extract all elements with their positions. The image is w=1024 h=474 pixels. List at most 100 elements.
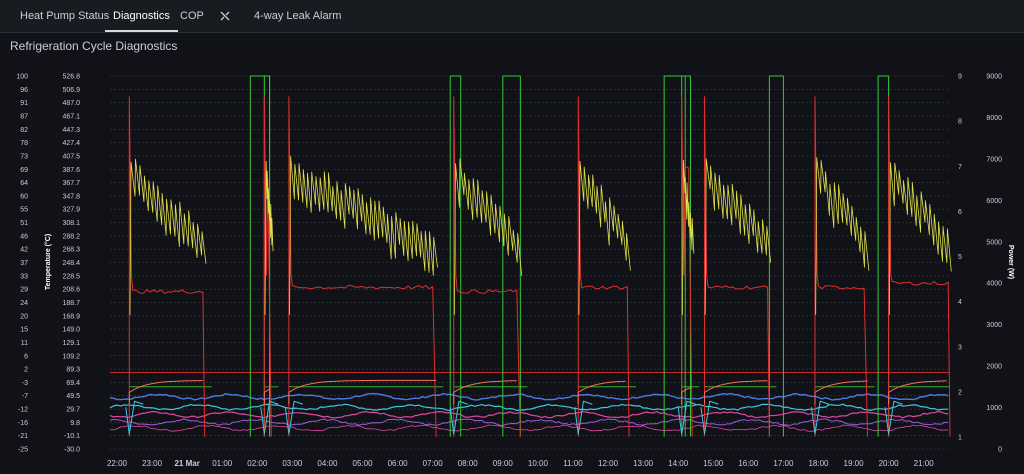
y-right-count-tick-label: 5 bbox=[958, 254, 962, 261]
x-tick-label: 21:00 bbox=[914, 459, 935, 468]
y-right-power-tick-label: 6000 bbox=[986, 198, 1002, 205]
x-tick-label: 21 Mar bbox=[174, 459, 199, 468]
series-line-red-power bbox=[453, 96, 521, 437]
y-right-power-tick-label: 2000 bbox=[986, 364, 1002, 371]
series-line-cyan-dip bbox=[284, 400, 304, 435]
y-mid-tick-label: 467.1 bbox=[62, 113, 80, 120]
y-right-power-tick-label: 1000 bbox=[986, 405, 1002, 412]
series-line-yellow-discharge bbox=[888, 162, 952, 315]
series-line-salmon bbox=[814, 380, 868, 405]
x-tick-label: 06:00 bbox=[388, 459, 409, 468]
y-left-tick-label: 2 bbox=[24, 367, 28, 374]
series-line-pink bbox=[109, 410, 949, 419]
y-mid-tick-label: 9.8 bbox=[70, 420, 80, 427]
y-left-tick-label: 46 bbox=[20, 233, 28, 240]
y-left-tick-label: 78 bbox=[20, 140, 28, 147]
x-tick-label: 17:00 bbox=[773, 459, 794, 468]
refrigeration-cycle-chart: 100 526.8 96 506.9 9 1 487.0 8 7 467.1 82 447.3 78 4 2… bbox=[16, 74, 1014, 469]
series-line-salmon bbox=[577, 380, 626, 405]
y-left-tick-label: 55 bbox=[20, 207, 28, 214]
x-tick-label: 20:00 bbox=[879, 459, 900, 468]
y-left-tick-label: 82 bbox=[20, 127, 28, 134]
y-left-tick-label: -12 bbox=[18, 407, 28, 414]
x-tick-label: 19:00 bbox=[844, 459, 865, 468]
series-line-magenta-low bbox=[109, 424, 949, 432]
y-right-count-tick-label: 2 bbox=[958, 389, 962, 396]
series-line-yellow-discharge bbox=[578, 161, 631, 315]
y-right-power-tick-label: 8000 bbox=[986, 115, 1002, 122]
x-tick-label: 15:00 bbox=[703, 459, 724, 468]
x-tick-label: 09:00 bbox=[493, 459, 514, 468]
y-mid-tick-label: 327.9 bbox=[62, 207, 80, 214]
x-tick-label: 03:00 bbox=[282, 459, 303, 468]
series-line-red-power bbox=[703, 96, 770, 437]
y-mid-tick-label: 447.3 bbox=[62, 127, 80, 134]
y-mid-tick-label: 129.1 bbox=[62, 340, 80, 347]
y-right-power-tick-label: 7000 bbox=[986, 156, 1002, 163]
y-right-count-tick-label: 8 bbox=[958, 119, 962, 126]
x-tick-label: 01:00 bbox=[212, 459, 233, 468]
y-left-tick-label: 29 bbox=[20, 287, 28, 294]
y-left-tick-label: 24 bbox=[20, 300, 28, 307]
y-left-tick-label: 69 bbox=[20, 167, 28, 174]
y-mid-tick-label: 387.6 bbox=[62, 167, 80, 174]
x-tick-label: 16:00 bbox=[738, 459, 759, 468]
y-mid-tick-label: 506.9 bbox=[62, 87, 80, 94]
y-left-tick-label: 6 bbox=[24, 353, 28, 360]
y-right-count-tick-label: 3 bbox=[958, 344, 962, 351]
y-left-tick-label: -21 bbox=[18, 433, 28, 440]
y-left-tick-label: 60 bbox=[20, 193, 28, 200]
series-line-salmon bbox=[703, 380, 768, 405]
x-tick-label: 10:00 bbox=[528, 459, 549, 468]
y-left-tick-label: 100 bbox=[16, 74, 28, 81]
x-tick-label: 14:00 bbox=[668, 459, 689, 468]
series-line-cyan bbox=[109, 403, 949, 412]
y-mid-tick-label: 487.0 bbox=[62, 100, 80, 107]
y-mid-tick-label: 526.8 bbox=[62, 74, 80, 81]
x-tick-label: 23:00 bbox=[142, 459, 163, 468]
y-left-tick-label: 15 bbox=[20, 327, 28, 334]
series-line-red-power bbox=[577, 96, 630, 437]
y-mid-tick-label: 89.3 bbox=[66, 367, 80, 374]
y-mid-tick-label: 248.4 bbox=[62, 260, 80, 267]
x-tick-label: 07:00 bbox=[423, 459, 444, 468]
y-mid-tick-label: 109.2 bbox=[62, 353, 80, 360]
y-left-tick-label: 96 bbox=[20, 87, 28, 94]
y-mid-tick-label: 208.6 bbox=[62, 287, 80, 294]
series-line-salmon bbox=[288, 379, 437, 405]
y-mid-tick-label: 288.2 bbox=[62, 233, 80, 240]
y-right-power-tick-label: 0 bbox=[998, 447, 1002, 454]
series-line-red-power bbox=[128, 96, 206, 437]
y-left-tick-label: -25 bbox=[18, 447, 28, 454]
y-right-count-tick-label: 9 bbox=[958, 74, 962, 81]
x-tick-label: 22:00 bbox=[107, 459, 128, 468]
y-left-tick-label: -7 bbox=[22, 393, 28, 400]
y-mid-tick-label: 308.1 bbox=[62, 220, 80, 227]
series-line-blue-high bbox=[109, 392, 949, 401]
x-tick-label: 18:00 bbox=[808, 459, 829, 468]
y-mid-tick-label: 69.4 bbox=[66, 380, 80, 387]
y-right-count-tick-label: 1 bbox=[958, 435, 962, 442]
series-line-red-power bbox=[288, 96, 437, 437]
series-line-yellow-discharge bbox=[289, 155, 438, 315]
y-right-power-tick-label: 9000 bbox=[986, 74, 1002, 81]
series-line-cyan-dip bbox=[574, 400, 593, 435]
series-line-salmon bbox=[888, 380, 947, 405]
y-mid-tick-label: -10.1 bbox=[64, 433, 80, 440]
y-mid-tick-label: 29.7 bbox=[66, 407, 80, 414]
y-right-count-tick-label: 6 bbox=[958, 209, 962, 216]
y-mid-tick-label: 347.8 bbox=[62, 193, 80, 200]
y-mid-tick-label: 168.9 bbox=[62, 313, 80, 320]
x-tick-label: 05:00 bbox=[353, 459, 374, 468]
y-right-count-tick-label: 4 bbox=[958, 299, 962, 306]
y-left-tick-label: -3 bbox=[22, 380, 28, 387]
y-right-count-tick-label: 7 bbox=[958, 164, 962, 171]
series-line-yellow-discharge bbox=[704, 158, 772, 315]
y-left-tick-label: 37 bbox=[20, 260, 28, 267]
y-left-tick-label: 51 bbox=[20, 220, 28, 227]
y-mid-tick-label: -30.0 bbox=[64, 447, 80, 454]
y-mid-tick-label: 407.5 bbox=[62, 153, 80, 160]
y-left-tick-label: 33 bbox=[20, 273, 28, 280]
y-mid-tick-label: 188.7 bbox=[62, 300, 80, 307]
y-left-tick-label: 20 bbox=[20, 313, 28, 320]
